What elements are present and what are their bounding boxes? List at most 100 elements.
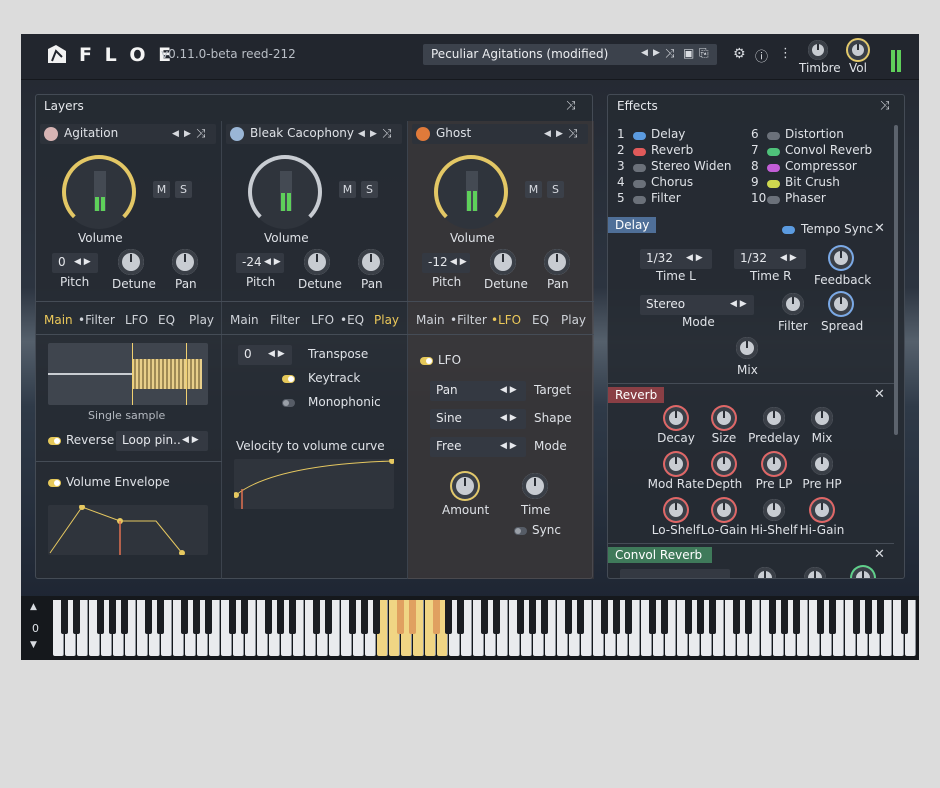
delay-filter-knob[interactable]: [782, 293, 804, 315]
lfo-sync-toggle[interactable]: [514, 527, 527, 535]
reverb-mix-knob[interactable]: [811, 407, 833, 429]
piano-black-key[interactable]: [205, 600, 212, 634]
pan-knob[interactable]: [172, 249, 198, 275]
shuffle-icon[interactable]: ⤨: [566, 98, 576, 113]
piano-black-key[interactable]: [373, 600, 380, 634]
reverb-pre-lp-knob[interactable]: [763, 453, 785, 475]
reverb-predelay-knob[interactable]: [763, 407, 785, 429]
time-r-field[interactable]: 1/32 ◀ ▶: [734, 249, 806, 269]
velocity-curve-editor[interactable]: [233, 458, 395, 509]
piano-black-key[interactable]: [265, 600, 272, 634]
effects-scrollbar[interactable]: [894, 125, 898, 435]
time-l-field[interactable]: 1/32 ◀ ▶: [640, 249, 712, 269]
more-icon[interactable]: ⋮: [779, 46, 792, 61]
lfo-toggle[interactable]: [420, 357, 433, 365]
effect-name[interactable]: Delay: [651, 127, 685, 141]
piano-black-key[interactable]: [157, 600, 164, 634]
piano-black-key[interactable]: [601, 600, 608, 634]
effect-toggle[interactable]: [633, 132, 646, 140]
piano-black-key[interactable]: [685, 600, 692, 634]
waveform-display[interactable]: [48, 343, 208, 405]
piano-black-key[interactable]: [97, 600, 104, 634]
tab-lfo[interactable]: LFO: [311, 313, 334, 327]
piano-black-key[interactable]: [121, 600, 128, 634]
vol-knob[interactable]: [848, 40, 868, 60]
piano-black-key[interactable]: [289, 600, 296, 634]
shuffle-icon[interactable]: ⤨: [568, 126, 578, 141]
effect-name[interactable]: Chorus: [651, 175, 693, 189]
piano-black-key[interactable]: [481, 600, 488, 634]
piano-black-key[interactable]: [877, 600, 884, 634]
tab-filter[interactable]: •Filter: [450, 313, 487, 327]
effect-name[interactable]: Phaser: [785, 191, 826, 205]
piano-black-key[interactable]: [565, 600, 572, 634]
save-as-icon[interactable]: ⎘: [699, 46, 709, 61]
piano-keyboard[interactable]: [53, 600, 916, 658]
pan-knob[interactable]: [544, 249, 570, 275]
piano-black-key[interactable]: [541, 600, 548, 634]
lfo-amount-knob[interactable]: [452, 473, 478, 499]
lfo-mode-select[interactable]: Free ◀ ▶: [430, 437, 526, 457]
effect-toggle[interactable]: [767, 180, 780, 188]
shuffle-icon[interactable]: ⤨: [665, 46, 675, 61]
piano-black-key[interactable]: [457, 600, 464, 634]
effect-name[interactable]: Distortion: [785, 127, 844, 141]
prev-arrow-icon[interactable]: ◀: [358, 129, 365, 139]
reverb-lo-shelf-knob[interactable]: [665, 499, 687, 521]
piano-black-key[interactable]: [625, 600, 632, 634]
effect-toggle[interactable]: [633, 196, 646, 204]
tab-main[interactable]: Main: [44, 313, 73, 327]
close-icon[interactable]: ✕: [874, 221, 885, 236]
octave-up-icon[interactable]: ▲: [30, 602, 37, 612]
close-icon[interactable]: ✕: [874, 387, 885, 402]
lfo-time-knob[interactable]: [522, 473, 548, 499]
piano-black-key[interactable]: [697, 600, 704, 634]
tab-main[interactable]: Main: [230, 313, 259, 327]
solo-button[interactable]: S: [175, 181, 192, 198]
reverse-toggle[interactable]: [48, 437, 61, 445]
pitch-field[interactable]: 0 ◀ ▶: [52, 253, 98, 273]
delay-mix-knob[interactable]: [736, 337, 758, 359]
pitch-field[interactable]: -24 ◀ ▶: [236, 253, 284, 273]
effect-toggle[interactable]: [767, 196, 780, 204]
info-icon[interactable]: ⓘ: [755, 46, 768, 65]
prev-arrow-icon[interactable]: ◀: [172, 129, 179, 139]
effect-name[interactable]: Stereo Widen: [651, 159, 731, 173]
mute-button[interactable]: M: [153, 181, 170, 198]
effect-toggle[interactable]: [633, 148, 646, 156]
piano-black-key[interactable]: [61, 600, 68, 634]
piano-black-key[interactable]: [745, 600, 752, 634]
prev-arrow-icon[interactable]: ◀: [544, 129, 551, 139]
convol-mix-knob[interactable]: [852, 567, 874, 578]
piano-black-key[interactable]: [865, 600, 872, 634]
envelope-editor[interactable]: [48, 504, 208, 556]
solo-button[interactable]: S: [547, 181, 564, 198]
tab-main[interactable]: Main: [416, 313, 445, 327]
tab-eq[interactable]: EQ: [158, 313, 175, 327]
shuffle-icon[interactable]: ⤨: [196, 126, 206, 141]
prev-arrow-icon[interactable]: ◀: [641, 48, 648, 58]
tab-play[interactable]: Play: [189, 313, 214, 327]
next-arrow-icon[interactable]: ▶: [370, 129, 377, 139]
octave-down-icon[interactable]: ▼: [30, 640, 37, 650]
detune-knob[interactable]: [304, 249, 330, 275]
piano-black-key[interactable]: [277, 600, 284, 634]
piano-black-key[interactable]: [145, 600, 152, 634]
effect-toggle[interactable]: [767, 132, 780, 140]
layer-name[interactable]: Ghost: [436, 126, 471, 140]
effect-name[interactable]: Bit Crush: [785, 175, 840, 189]
timbre-knob[interactable]: [808, 40, 828, 60]
piano-black-key[interactable]: [349, 600, 356, 634]
piano-black-key[interactable]: [229, 600, 236, 634]
detune-knob[interactable]: [490, 249, 516, 275]
reverb-size-knob[interactable]: [713, 407, 735, 429]
mute-button[interactable]: M: [525, 181, 542, 198]
tab-filter[interactable]: Filter: [270, 313, 300, 327]
loop-mode-select[interactable]: Loop pin.. ◀ ▶: [116, 431, 208, 451]
effect-name[interactable]: Convol Reverb: [785, 143, 872, 157]
piano-black-key[interactable]: [769, 600, 776, 634]
effect-toggle[interactable]: [767, 164, 780, 172]
keytrack-toggle[interactable]: [282, 375, 295, 383]
piano-black-key[interactable]: [709, 600, 716, 634]
piano-black-key[interactable]: [325, 600, 332, 634]
